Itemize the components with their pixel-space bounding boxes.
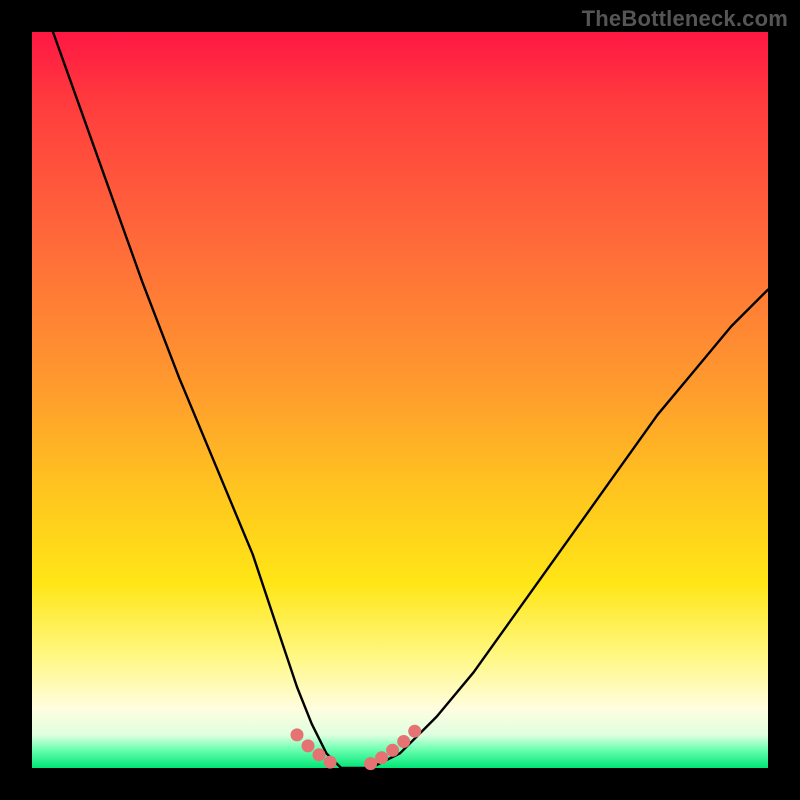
valley-marker <box>364 757 377 770</box>
valley-marker <box>324 756 337 769</box>
valley-marker <box>291 728 304 741</box>
bottleneck-curve <box>32 0 768 768</box>
valley-marker <box>408 725 421 738</box>
valley-marker <box>302 739 315 752</box>
valley-marker <box>397 735 410 748</box>
valley-markers-group <box>291 725 422 770</box>
chart-svg <box>32 32 768 768</box>
plot-area <box>32 32 768 768</box>
watermark-label: TheBottleneck.com <box>582 6 788 32</box>
valley-marker <box>386 744 399 757</box>
valley-marker <box>375 751 388 764</box>
chart-frame: TheBottleneck.com <box>0 0 800 800</box>
valley-marker <box>313 748 326 761</box>
